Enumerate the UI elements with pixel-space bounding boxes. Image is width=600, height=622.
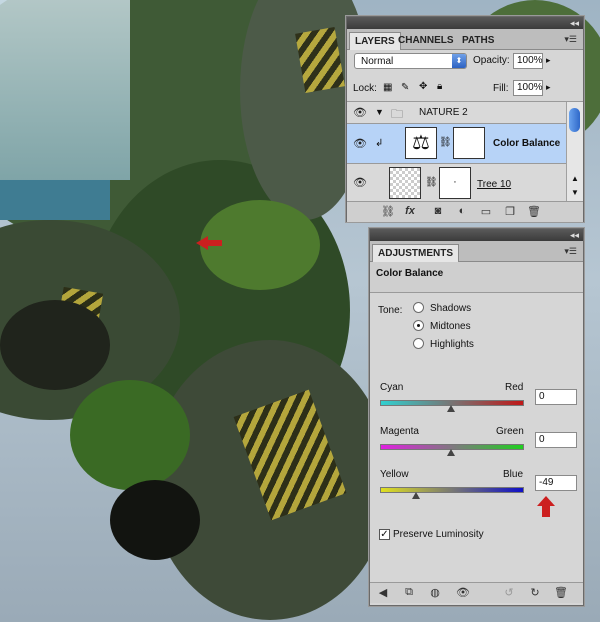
fill-input[interactable]: 100% (513, 80, 543, 96)
collapse-icon[interactable]: ◂◂ (570, 229, 579, 241)
yellow-blue-slider[interactable] (380, 487, 524, 493)
visibility-eye-icon[interactable]: 👁︎ (353, 137, 367, 150)
adjustments-footer: ◀ ⧉ ◍ 👁︎ ↺ ↻ 🗑︎ (370, 582, 583, 603)
preserve-luminosity-label: Preserve Luminosity (393, 529, 484, 540)
opacity-label: Opacity: (473, 55, 510, 66)
scroll-up-icon[interactable]: ▲ (571, 174, 579, 183)
tone-shadows-label: Shadows (430, 303, 472, 314)
radio-highlights[interactable] (413, 338, 424, 349)
layers-tab-bar: LAYERS CHANNELS PATHS ▾☰ (347, 29, 583, 50)
lock-transparency-icon[interactable]: ▦ (383, 82, 392, 93)
trash-icon[interactable]: 🗑︎ (527, 205, 541, 218)
disclosure-triangle-icon[interactable]: ▼ (375, 107, 384, 117)
slider-cyan-label: Cyan (380, 382, 404, 393)
layers-panel: ◂◂ LAYERS CHANNELS PATHS ▾☰ Normal ⬍ Opa… (346, 16, 584, 222)
cyan-red-input[interactable]: 0 (535, 389, 577, 405)
tab-adjustments[interactable]: ADJUSTMENTS (372, 244, 460, 262)
layer-name: NATURE 2 (419, 107, 468, 118)
slider-green-label: Green (496, 426, 524, 437)
tone-highlights-label: Highlights (430, 339, 474, 350)
adjustments-panel: ◂◂ ADJUSTMENTS ▾☰ Color Balance (369, 228, 584, 606)
blend-mode-value: Normal (361, 56, 394, 67)
previous-state-icon[interactable]: ↺ (502, 586, 516, 599)
panel-menu-icon[interactable]: ▾☰ (564, 34, 577, 45)
add-mask-icon[interactable]: ◙ (431, 205, 445, 217)
pointer-arrow-icon (196, 236, 208, 250)
adjustments-panel-titlebar[interactable]: ◂◂ (370, 229, 583, 241)
layer-mask-thumbnail[interactable] (453, 127, 485, 159)
adjustment-title: Color Balance (376, 268, 444, 279)
slider-magenta-label: Magenta (380, 426, 419, 437)
link-icon[interactable]: ⛓ (425, 177, 438, 188)
tab-channels[interactable]: CHANNELS (393, 32, 459, 49)
visibility-eye-icon[interactable]: 👁︎ (353, 106, 367, 119)
pointer-arrow-up-icon (537, 496, 555, 506)
slider-yellow-label: Yellow (380, 469, 409, 480)
reset-icon[interactable]: ↻ (528, 586, 542, 599)
clip-to-layer-icon[interactable]: ◍ (428, 586, 442, 599)
layer-row-group[interactable]: 👁︎ ▼ 🗀︎ NATURE 2 (347, 102, 566, 124)
new-layer-icon[interactable]: ❐ (503, 205, 517, 218)
layers-panel-titlebar[interactable]: ◂◂ (347, 17, 583, 29)
slider-blue-label: Blue (503, 469, 524, 480)
water-pool (0, 180, 110, 220)
link-icon[interactable]: ⛓ (439, 137, 452, 148)
chevron-down-icon: ⬍ (452, 54, 466, 68)
layer-name: Color Balance (493, 138, 561, 149)
trash-icon[interactable]: 🗑︎ (554, 586, 568, 599)
scroll-down-icon[interactable]: ▼ (571, 188, 579, 197)
radio-shadows[interactable] (413, 302, 424, 313)
lock-position-icon[interactable]: ✥ (419, 81, 427, 92)
folder-icon: 🗀︎ (391, 107, 404, 121)
tone-label: Tone: (378, 305, 403, 316)
opacity-dropdown-icon[interactable]: ▸ (546, 55, 551, 66)
radio-midtones[interactable] (413, 320, 424, 331)
adjustment-header: Color Balance (370, 262, 583, 293)
collapse-icon[interactable]: ◂◂ (570, 17, 579, 29)
scrollbar-thumb[interactable] (569, 108, 580, 132)
magenta-green-slider-thumb[interactable] (447, 449, 455, 456)
adjustment-layer-icon[interactable]: ◐ (455, 205, 469, 217)
fill-dropdown-icon[interactable]: ▸ (546, 82, 551, 93)
layer-mask-thumbnail[interactable]: · (439, 167, 471, 199)
yellow-blue-input[interactable]: -49 (535, 475, 577, 491)
new-group-icon[interactable]: ▭ (479, 205, 493, 218)
pointer-arrow-up-tail (542, 506, 550, 517)
lock-image-icon[interactable]: ✎ (401, 82, 409, 93)
yellow-blue-slider-thumb[interactable] (412, 492, 421, 499)
clip-arrow-icon: ↲ (375, 138, 384, 149)
tone-midtones-label: Midtones (430, 321, 471, 332)
tab-paths[interactable]: PATHS (457, 32, 499, 49)
layer-row-tree[interactable]: 👁︎ ⛓ · Tree 10 (347, 164, 566, 202)
fill-label: Fill: (493, 83, 509, 94)
panel-menu-icon[interactable]: ▾☰ (564, 246, 577, 257)
blend-mode-select[interactable]: Normal ⬍ (354, 53, 467, 69)
cyan-red-slider-thumb[interactable] (447, 405, 455, 412)
pointer-arrow-tail (208, 240, 222, 246)
link-layers-icon[interactable]: ⛓ (381, 205, 395, 218)
layers-footer: ⛓ fx ◙ ◐ ▭ ❐ 🗑︎ (347, 201, 583, 222)
fx-icon[interactable]: fx (403, 205, 417, 217)
opacity-input[interactable]: 100% (513, 53, 543, 69)
scale-balance-icon: ⚖ (405, 127, 437, 159)
layers-list: 👁︎ ▼ 🗀︎ NATURE 2 👁︎ ↲ ⚖ ⛓ Color Balance … (347, 101, 583, 202)
visibility-eye-icon[interactable]: 👁︎ (353, 176, 367, 189)
visibility-eye-icon[interactable]: 👁︎ (456, 586, 470, 599)
layer-name: Tree 10 (477, 179, 512, 190)
expand-view-icon[interactable]: ⧉ (402, 586, 416, 599)
magenta-green-input[interactable]: 0 (535, 432, 577, 448)
waterfall (0, 0, 130, 180)
back-arrow-icon[interactable]: ◀ (376, 586, 390, 599)
preserve-luminosity-checkbox[interactable]: ✓ (379, 529, 390, 540)
slider-red-label: Red (505, 382, 524, 393)
layer-thumbnail[interactable] (389, 167, 421, 199)
layer-row-color-balance[interactable]: 👁︎ ↲ ⚖ ⛓ Color Balance (347, 124, 566, 164)
lock-all-icon[interactable]: 🔒︎ (437, 81, 442, 92)
layers-scrollbar[interactable]: ▲ ▼ (566, 102, 583, 202)
lock-label: Lock: (353, 83, 377, 94)
adjustments-tab-bar: ADJUSTMENTS ▾☰ (370, 241, 583, 262)
